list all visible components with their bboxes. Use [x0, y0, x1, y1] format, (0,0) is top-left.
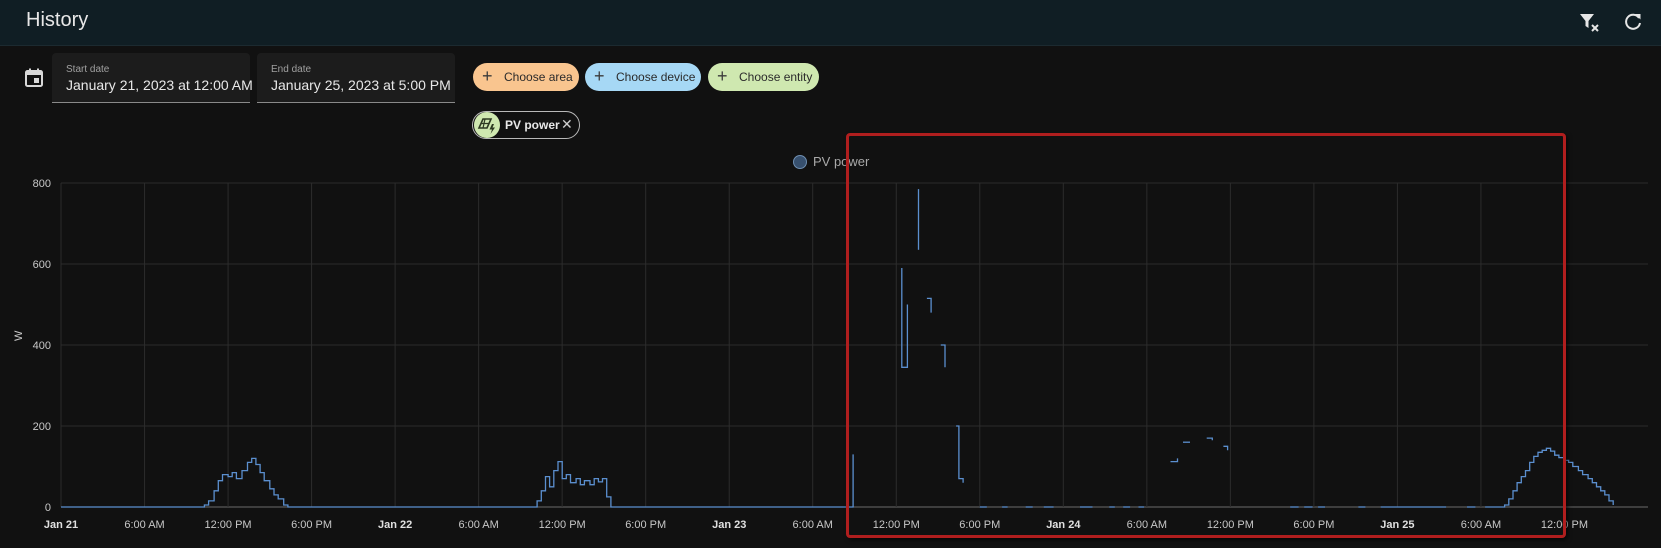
- series-line-segment: [61, 454, 854, 508]
- choose-area-label: Choose area: [504, 70, 573, 84]
- x-tick-label: 6:00 AM: [793, 519, 833, 531]
- x-tick-label: 6:00 PM: [959, 519, 1000, 531]
- start-date-label: Start date: [66, 64, 110, 75]
- series-line-segment: [1206, 437, 1213, 441]
- refresh-icon[interactable]: [1621, 10, 1645, 34]
- x-tick-label: 12:00 PM: [1207, 519, 1254, 531]
- entity-name: PV power: [505, 118, 560, 132]
- start-date-field[interactable]: Start date January 21, 2023 at 12:00 AM: [52, 53, 253, 103]
- x-tick-label: Jan 23: [712, 519, 746, 531]
- legend-swatch: [793, 155, 807, 169]
- x-tick-label: 6:00 PM: [291, 519, 332, 531]
- x-tick-label: 12:00 PM: [873, 519, 920, 531]
- series-line-segment: [1170, 458, 1179, 463]
- x-tick-label: Jan 22: [378, 519, 412, 531]
- x-tick-label: Jan 21: [44, 519, 78, 531]
- calendar-icon[interactable]: [22, 66, 46, 90]
- series-line-segment: [1223, 445, 1229, 451]
- plus-icon: +: [717, 66, 728, 86]
- start-date-value: January 21, 2023 at 12:00 AM: [66, 77, 253, 93]
- x-tick-label: 12:00 PM: [1541, 519, 1588, 531]
- x-tick-label: 6:00 AM: [1127, 519, 1167, 531]
- x-tick-label: 6:00 PM: [625, 519, 666, 531]
- series-line-segment: [940, 344, 946, 368]
- series-line-segment: [901, 268, 909, 368]
- choose-device-label: Choose device: [616, 70, 696, 84]
- choose-entity-button[interactable]: + Choose entity: [708, 63, 819, 91]
- y-tick-label: 600: [33, 259, 51, 271]
- solar-power-icon: [474, 112, 500, 138]
- x-tick-label: 6:00 AM: [1461, 519, 1501, 531]
- y-tick-label: 400: [33, 340, 51, 352]
- plus-icon: +: [482, 66, 493, 86]
- page-title: History: [26, 9, 89, 31]
- end-date-label: End date: [271, 64, 312, 75]
- x-tick-label: 12:00 PM: [205, 519, 252, 531]
- history-chart: 0 200 400 600 800 Jan 21 6:00 AM 12:00 PM 6:00 …: [13, 178, 1648, 531]
- top-app-bar: History: [0, 0, 1661, 46]
- filter-remove-icon[interactable]: [1577, 10, 1601, 34]
- y-tick-label: 200: [33, 421, 51, 433]
- series-line-segment: [1485, 447, 1614, 508]
- x-tick-label: Jan 25: [1380, 519, 1414, 531]
- x-tick-label: 6:00 AM: [124, 519, 164, 531]
- x-tick-label: 6:00 AM: [458, 519, 498, 531]
- plus-icon: +: [594, 66, 605, 86]
- y-axis-label: W: [13, 330, 25, 341]
- end-date-value: January 25, 2023 at 5:00 PM: [271, 77, 451, 93]
- x-tick-label: 12:00 PM: [539, 519, 586, 531]
- legend-label: PV power: [813, 154, 870, 169]
- y-tick-label: 800: [33, 178, 51, 190]
- x-tick-label: Jan 24: [1046, 519, 1081, 531]
- x-tick-label: 6:00 PM: [1293, 519, 1334, 531]
- choose-entity-label: Choose entity: [739, 70, 813, 84]
- close-icon[interactable]: ✕: [561, 116, 573, 133]
- y-tick-label: 0: [45, 502, 51, 514]
- choose-area-button[interactable]: + Choose area: [473, 63, 579, 91]
- end-date-field[interactable]: End date January 25, 2023 at 5:00 PM: [257, 53, 455, 103]
- series-line-segment: [956, 425, 964, 483]
- choose-device-button[interactable]: + Choose device: [585, 63, 701, 91]
- selected-entity-chip[interactable]: PV power ✕: [472, 111, 580, 139]
- series-line-segment: [926, 297, 932, 313]
